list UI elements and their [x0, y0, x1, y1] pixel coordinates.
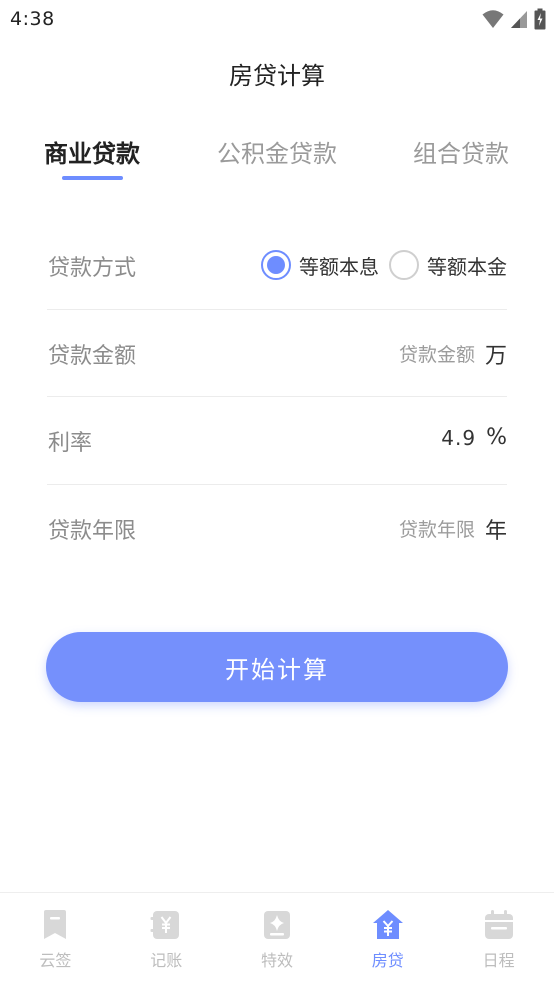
tab-active-indicator [62, 176, 123, 180]
radio-checked-icon [261, 250, 291, 280]
yuan-ledger-icon [150, 911, 180, 939]
sparkle-icon [263, 911, 290, 939]
wifi-icon [482, 10, 504, 28]
loan-term-label: 贷款年限 [48, 518, 137, 544]
nav-item-effects[interactable]: 特效 [222, 893, 333, 984]
status-time: 4:38 [10, 8, 55, 30]
radio-equal-principal-label: 等额本金 [427, 254, 507, 279]
loan-amount-row: 贷款金额 贷款金额 万 [47, 310, 507, 397]
repayment-method-row: 贷款方式 等额本息 等额本金 [47, 222, 507, 310]
loan-term-field: 贷款年限 年 [399, 513, 507, 545]
loan-type-tabs: 商业贷款 公积金贷款 组合贷款 [0, 134, 554, 184]
nav-label-cloud-sign: 云签 [39, 951, 72, 970]
loan-term-row: 贷款年限 贷款年限 年 [47, 485, 507, 573]
tab-provident-fund-loan[interactable]: 公积金贷款 [217, 134, 337, 169]
loan-term-input[interactable]: 贷款年限 [399, 515, 475, 542]
repayment-method-radio-group: 等额本息 等额本金 [251, 250, 507, 280]
interest-rate-input[interactable]: 4.9 [441, 426, 476, 450]
loan-amount-input[interactable]: 贷款金额 [399, 340, 475, 367]
nav-label-bookkeeping: 记账 [150, 951, 183, 970]
radio-unchecked-icon [389, 250, 419, 280]
interest-rate-field: 4.9 % [441, 425, 507, 450]
cellular-signal-icon [511, 11, 527, 28]
bookmark-icon [44, 910, 67, 939]
status-bar: 4:38 [0, 0, 554, 38]
nav-label-mortgage: 房贷 [371, 951, 404, 970]
start-calculation-button[interactable]: 开始计算 [46, 632, 508, 702]
nav-item-bookkeeping[interactable]: 记账 [111, 893, 222, 984]
page-title: 房贷计算 [229, 62, 325, 90]
tab-combined-loan[interactable]: 组合贷款 [413, 134, 509, 169]
status-icons [482, 8, 546, 30]
loan-term-unit: 年 [484, 518, 507, 544]
nav-item-mortgage[interactable]: 房贷 [332, 893, 443, 984]
nav-item-schedule[interactable]: 日程 [443, 893, 554, 984]
nav-label-effects: 特效 [260, 951, 293, 970]
calendar-icon [484, 910, 513, 939]
interest-rate-label: 利率 [48, 431, 93, 456]
loan-amount-label: 贷款金额 [48, 343, 137, 369]
nav-item-cloud-sign[interactable]: 云签 [0, 893, 111, 984]
house-yuan-icon [372, 910, 403, 939]
radio-equal-principal[interactable]: 等额本金 [389, 250, 507, 280]
repayment-method-label: 贷款方式 [48, 256, 137, 281]
loan-amount-field: 贷款金额 万 [399, 338, 507, 370]
radio-equal-installment[interactable]: 等额本息 [261, 250, 379, 280]
interest-rate-unit: % [486, 425, 507, 450]
tab-commercial-loan[interactable]: 商业贷款 [44, 134, 140, 169]
loan-amount-unit: 万 [484, 343, 507, 369]
battery-icon [534, 8, 546, 30]
loan-form: 贷款方式 等额本息 等额本金 贷款金额 贷款金额 万 利率 4.9 % 贷款年限 [47, 222, 507, 572]
radio-equal-installment-label: 等额本息 [299, 254, 379, 279]
bottom-nav: 云签 记账 特效 房贷 日程 [0, 892, 554, 984]
interest-rate-row: 利率 4.9 % [47, 397, 507, 485]
nav-label-schedule: 日程 [482, 951, 515, 970]
